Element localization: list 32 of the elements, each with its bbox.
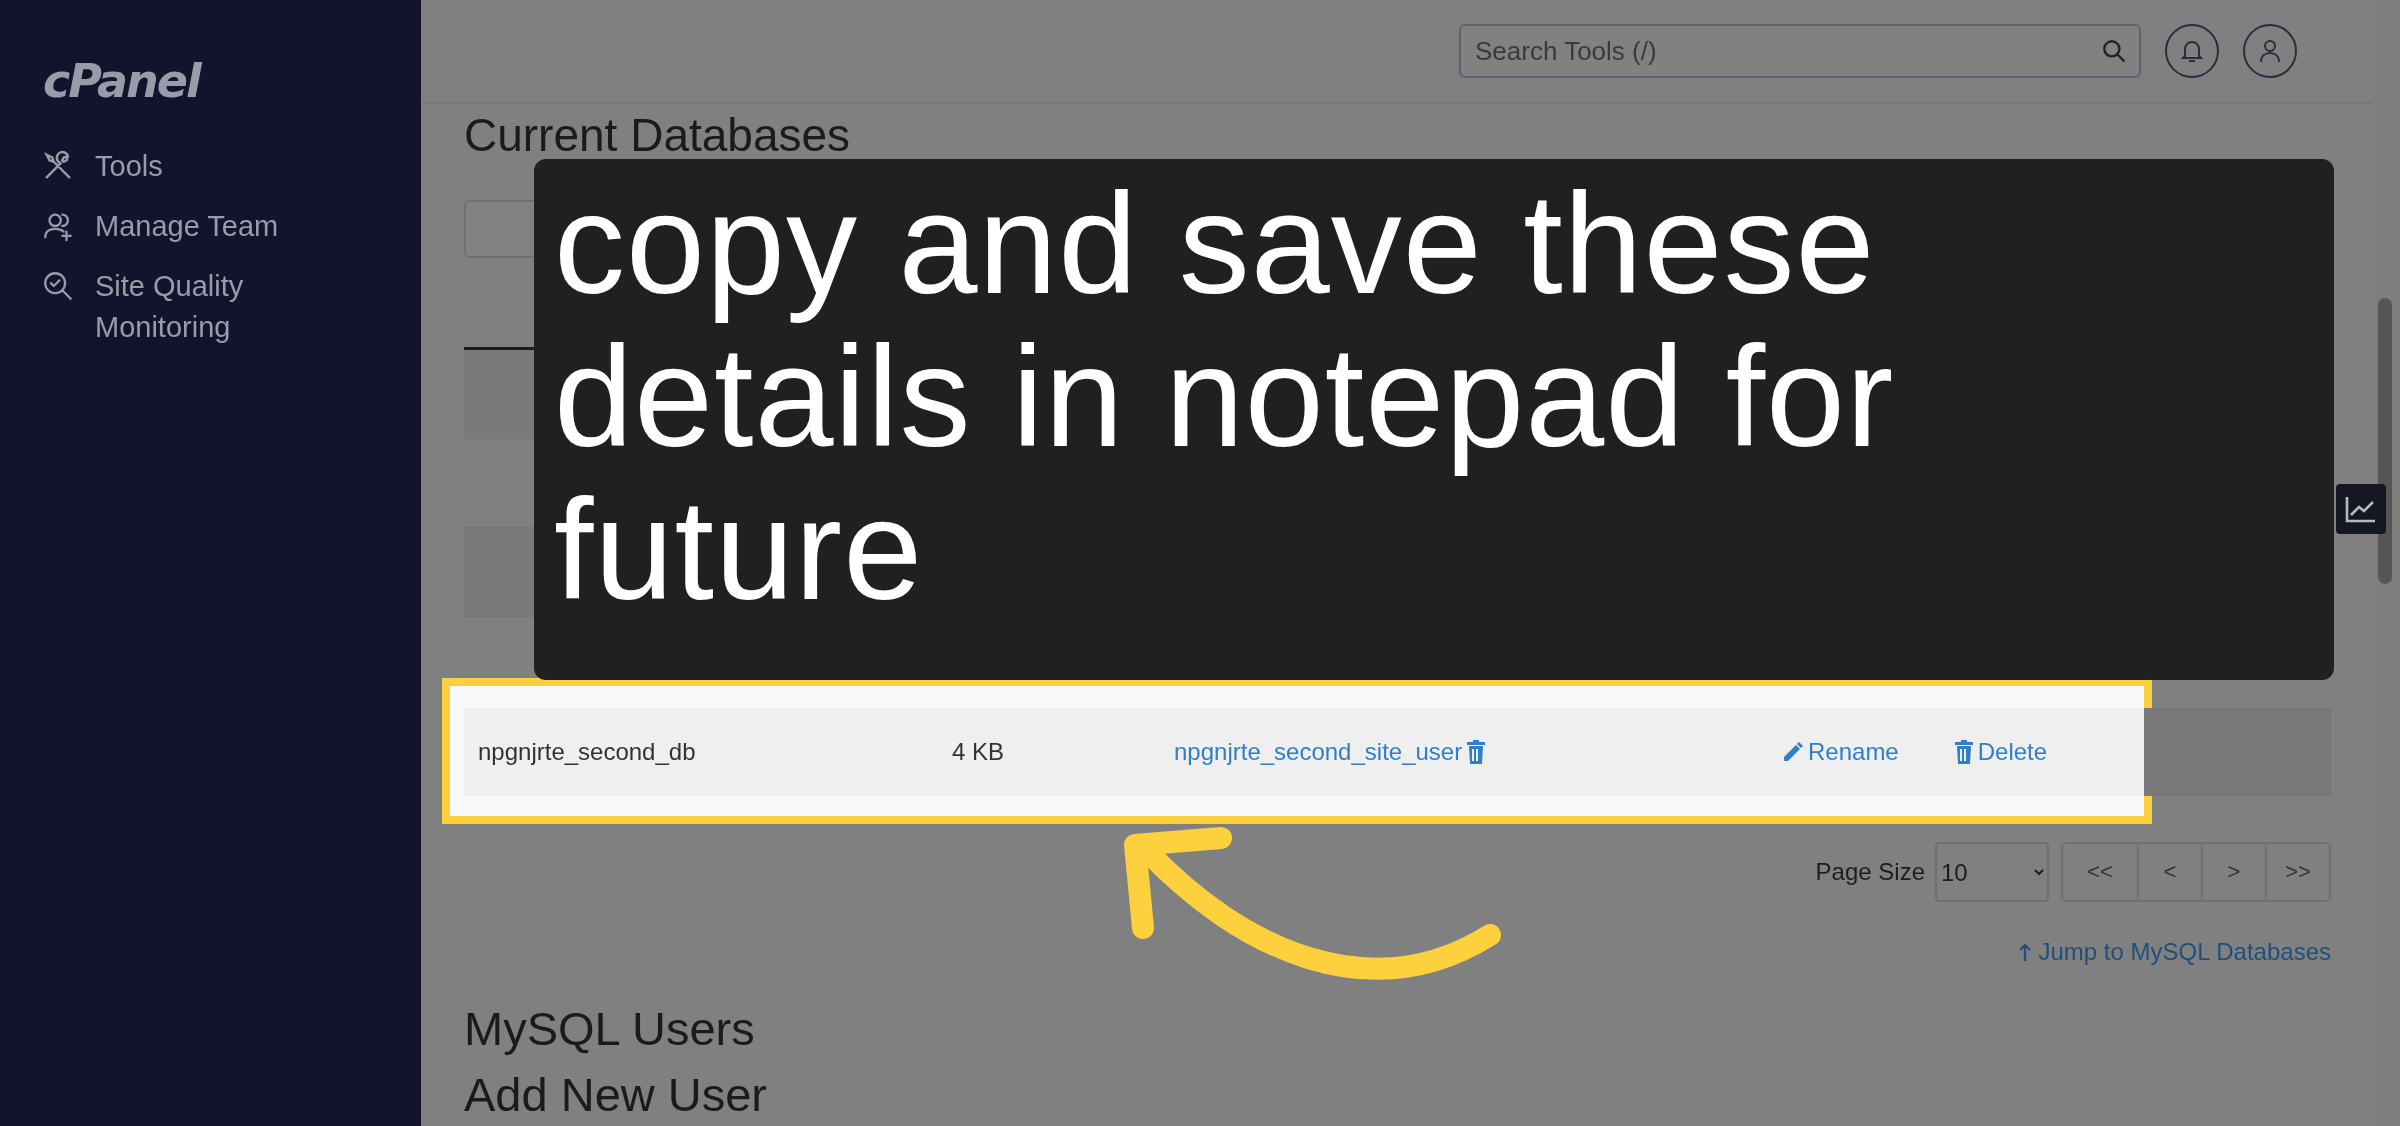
section-title: Current Databases (464, 112, 851, 158)
sidebar-item[interactable]: Site Quality Monitoring (0, 266, 295, 348)
jump-link[interactable]: Jump to MySQL Databases (2018, 938, 2331, 966)
search-icon (2101, 38, 2127, 64)
bell-icon (2180, 38, 2204, 64)
user-icon (2259, 38, 2281, 64)
delete-link[interactable]: Delete (1953, 738, 2048, 766)
table-cell-text: 4 KB (952, 738, 1006, 766)
caption-text: copy and save these details in notepad for future (554, 167, 1896, 626)
user-button[interactable] (2243, 24, 2297, 78)
chart-button[interactable] (2336, 484, 2386, 534)
cpanel-logo[interactable]: cPanel (43, 54, 200, 108)
notifications-button[interactable] (2165, 24, 2219, 78)
table-cell-text: npgnjrte_second_db (478, 738, 697, 766)
up-arrow-icon (2018, 942, 2033, 962)
rename-link[interactable]: Rename (1782, 738, 1899, 766)
sidebar-item[interactable]: Manage Team (0, 206, 295, 247)
user-link[interactable]: npgnjrte_second_site_user (1174, 738, 1487, 766)
scrollbar-thumb[interactable] (2378, 298, 2392, 584)
pencil-icon (1782, 741, 1804, 763)
sidebar-item[interactable]: Tools (0, 146, 295, 187)
page-size-label: Page Size (1815, 858, 1925, 886)
search-field[interactable]: Search Tools (/) (1459, 24, 2141, 78)
trash-icon (1953, 740, 1974, 764)
search-field[interactable] (464, 200, 534, 258)
magnifier-check-icon (41, 269, 75, 303)
trend-chart-icon (2345, 495, 2377, 523)
page-size-select[interactable]: 10 (1935, 842, 2049, 902)
pager-button[interactable]: >> (2265, 844, 2329, 900)
section-title: Add New User (464, 1067, 767, 1123)
trash-icon (1466, 740, 1487, 764)
section-title: MySQL Users (464, 1001, 755, 1057)
